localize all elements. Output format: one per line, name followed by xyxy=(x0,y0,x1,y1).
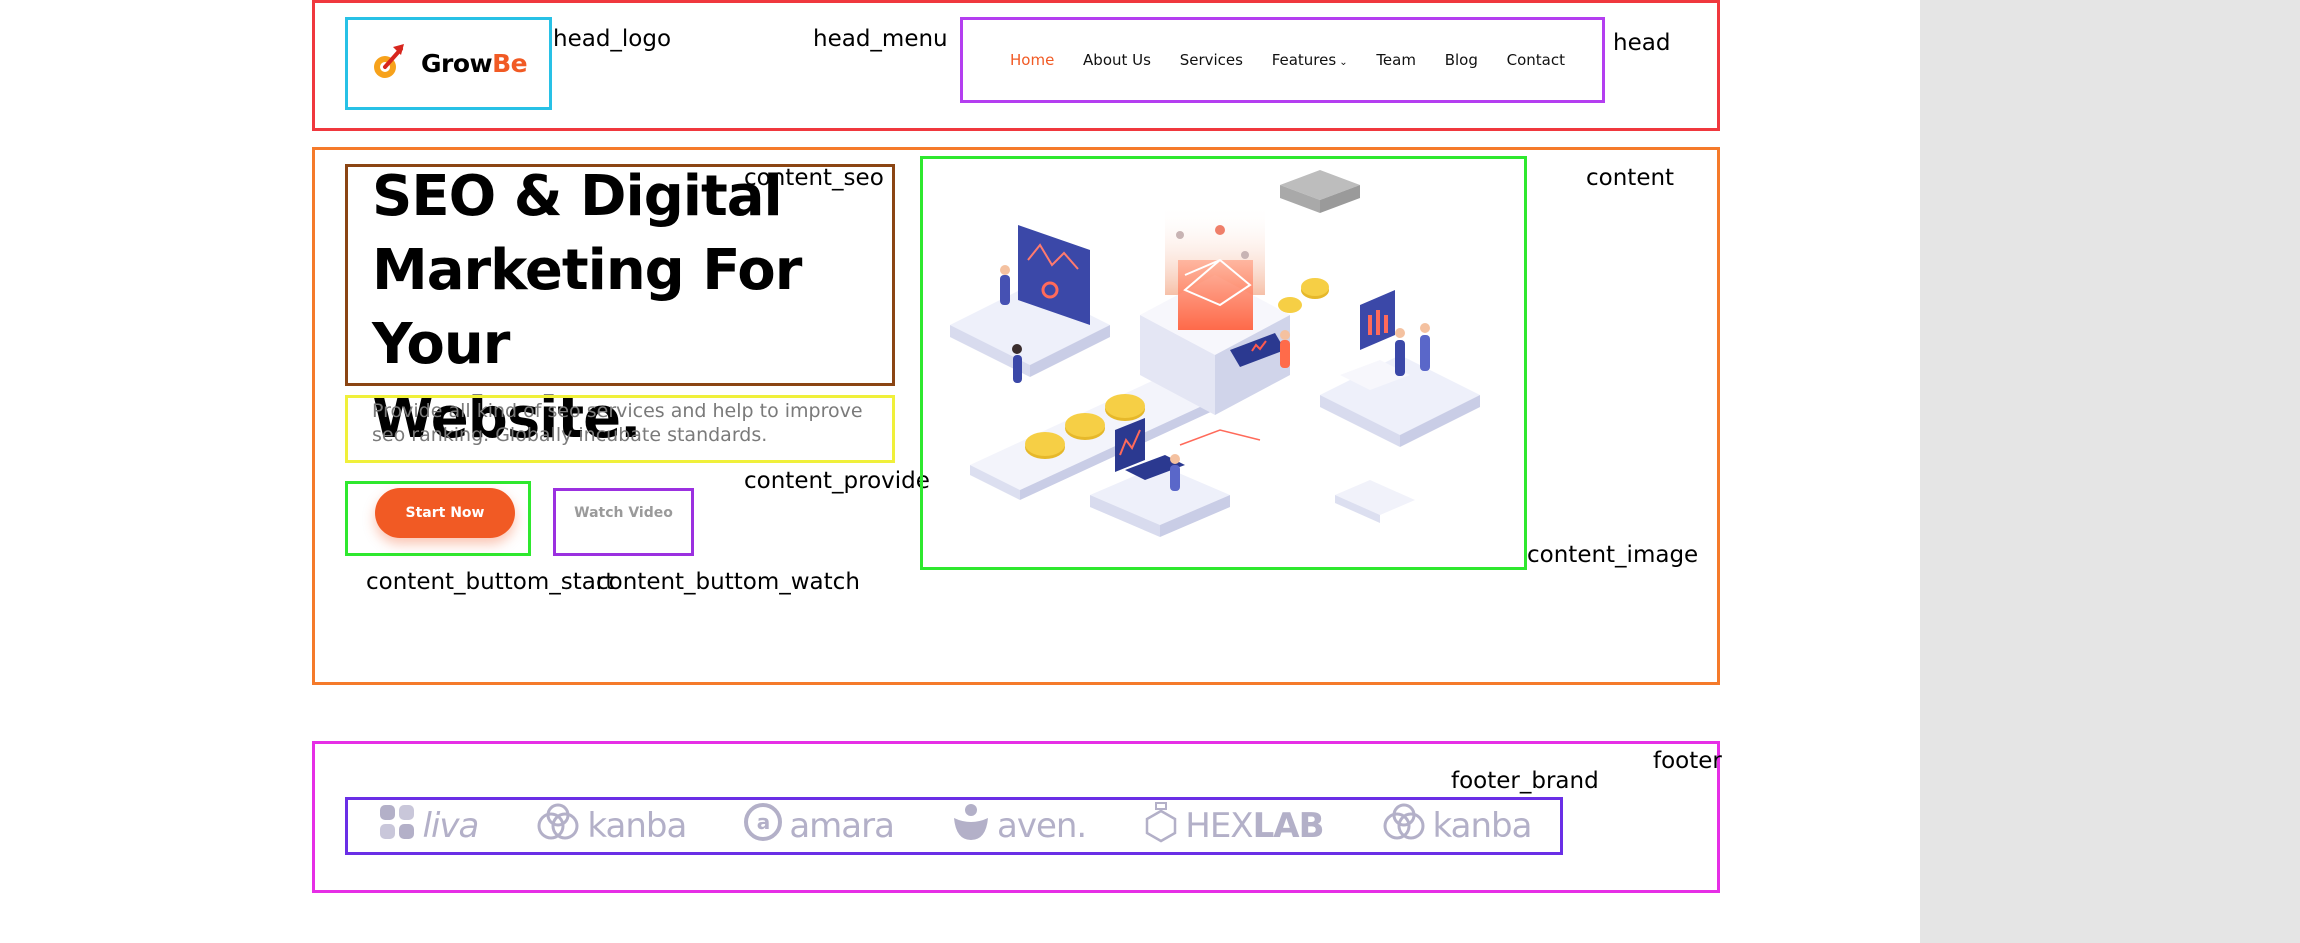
start-button-annotation: content_buttom_start xyxy=(366,569,615,595)
description-line-1: Provide all kind of seo services and hel… xyxy=(372,400,863,422)
logo-text: GrowBe xyxy=(421,49,528,78)
head-logo-annotation: head_logo xyxy=(553,26,672,52)
brand-kanba-name: kanba xyxy=(587,806,687,846)
nav-features[interactable]: Features ⌄ xyxy=(1272,51,1348,69)
brand-liva: liva xyxy=(377,802,479,851)
nav-team[interactable]: Team xyxy=(1376,51,1416,69)
rocket-arrow-icon xyxy=(371,41,407,86)
watch-button-annotation: content_buttom_watch xyxy=(596,569,860,595)
brand-amara: a amara xyxy=(743,802,895,851)
nav-services[interactable]: Services xyxy=(1180,51,1243,69)
brand-kanba-2: kanba xyxy=(1381,802,1532,851)
headline-line-2: Marketing For Your xyxy=(372,238,802,377)
brand-hexlab: HEXLAB xyxy=(1143,801,1325,852)
amara-logo-icon: a xyxy=(743,802,789,851)
kanba-logo-icon xyxy=(1381,802,1433,851)
hero-description: Provide all kind of seo services and hel… xyxy=(372,399,892,447)
content-image-annotation: content_image xyxy=(1527,542,1699,568)
brand-aven: aven. xyxy=(951,802,1087,851)
footer-annotation: footer xyxy=(1653,748,1722,774)
start-now-button[interactable]: Start Now xyxy=(375,488,515,538)
content-annotation: content xyxy=(1586,165,1675,191)
footer-brand-annotation: footer_brand xyxy=(1451,768,1599,794)
brand-hexlab-name-part1: HEX xyxy=(1185,806,1253,846)
brand-logos-row: liva kanba a amara aven. HEXLAB kanba xyxy=(348,800,1560,852)
nav-blog[interactable]: Blog xyxy=(1445,51,1478,69)
nav-contact[interactable]: Contact xyxy=(1507,51,1565,69)
site-logo[interactable]: GrowBe xyxy=(345,17,552,110)
brand-kanba-2-name: kanba xyxy=(1432,806,1533,846)
hexlab-logo-icon xyxy=(1143,801,1185,852)
logo-text-be: Be xyxy=(492,49,528,78)
nav-home[interactable]: Home xyxy=(1010,51,1054,69)
isometric-seo-illustration xyxy=(930,165,1520,565)
liva-logo-icon xyxy=(377,802,423,851)
brand-hexlab-name-part2: LAB xyxy=(1252,806,1325,846)
brand-aven-name: aven. xyxy=(996,806,1087,846)
description-line-2: seo ranking. Globally incubate standards… xyxy=(372,424,768,446)
nav-about-us[interactable]: About Us xyxy=(1083,51,1151,69)
right-blank-panel xyxy=(1920,0,2300,943)
content-provide-annotation: content_provide xyxy=(744,468,930,494)
head-menu-annotation: head_menu xyxy=(813,26,948,52)
brand-kanba: kanba xyxy=(535,802,687,851)
brand-liva-name: liva xyxy=(422,806,480,846)
kanba-logo-icon xyxy=(535,802,587,851)
nav-features-label: Features xyxy=(1271,51,1337,69)
watch-video-button[interactable]: Watch Video xyxy=(557,492,690,534)
svg-text:a: a xyxy=(757,810,770,834)
logo-text-grow: Grow xyxy=(421,49,493,78)
head-annotation: head xyxy=(1613,30,1671,56)
headline-line-1: SEO & Digital xyxy=(372,164,783,229)
chevron-down-icon: ⌄ xyxy=(1339,57,1348,68)
brand-hexlab-name: HEXLAB xyxy=(1185,806,1325,846)
main-nav: Home About Us Services Features ⌄ Team Bl… xyxy=(960,17,1605,103)
brand-amara-name: amara xyxy=(789,806,895,846)
aven-logo-icon xyxy=(951,802,997,851)
